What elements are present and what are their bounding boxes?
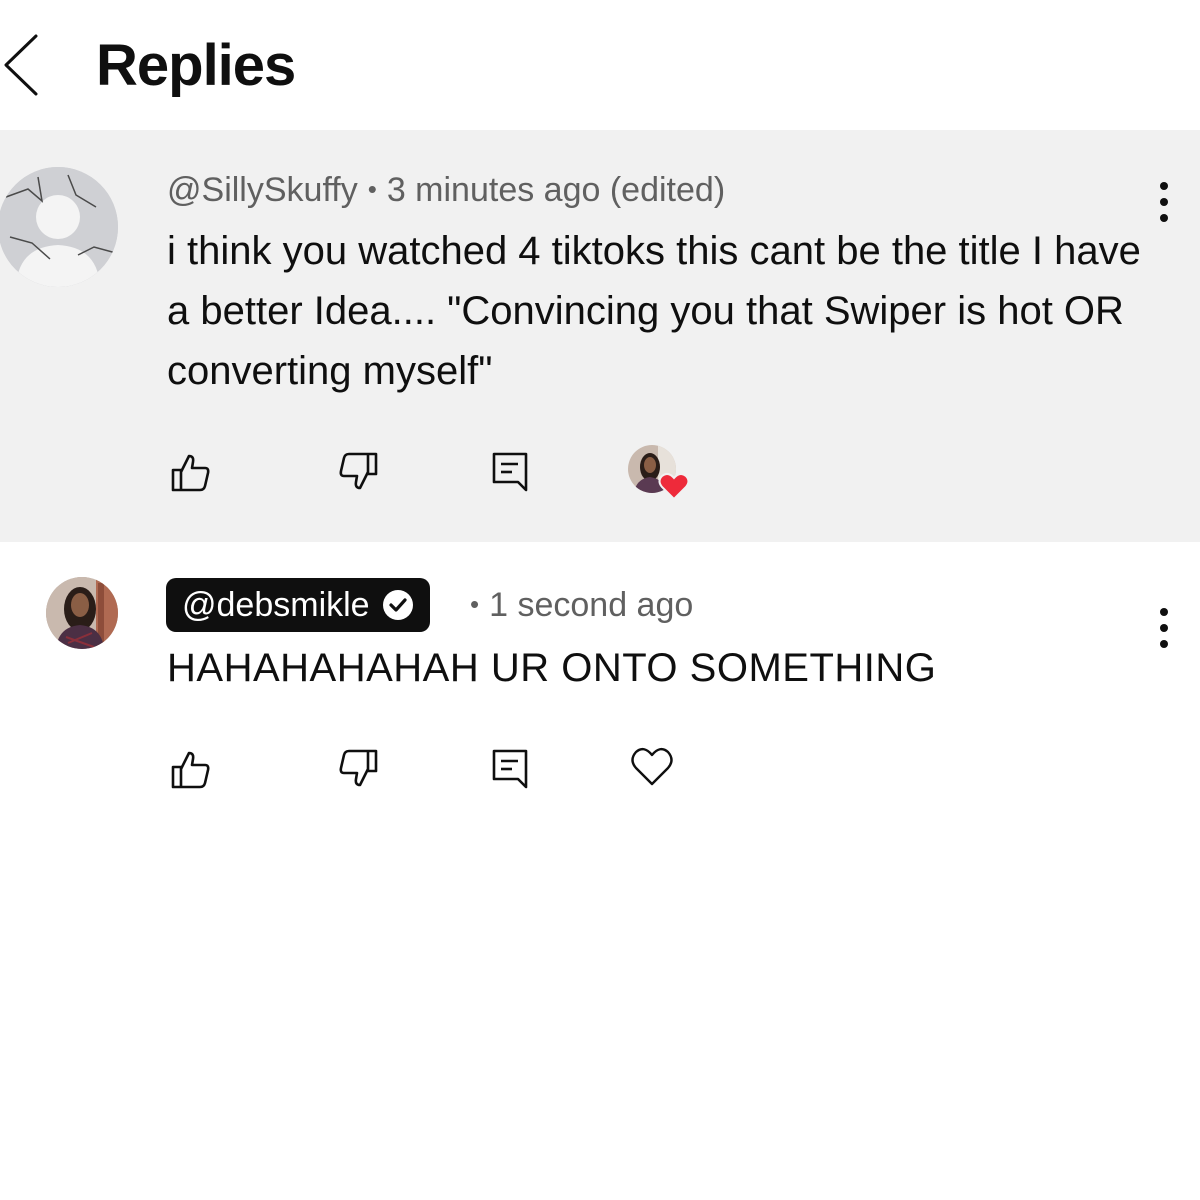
comment-meta: @SillySkuffy • 3 minutes ago (edited) [167, 168, 725, 214]
thumbs-up-icon [171, 454, 210, 492]
dislike-button[interactable] [334, 448, 382, 496]
more-options-button[interactable] [1148, 172, 1180, 232]
thumbs-down-icon [339, 452, 378, 490]
more-dot [1160, 624, 1168, 632]
heart-button[interactable] [628, 742, 676, 790]
comment-meta: • 1 second ago [460, 583, 693, 629]
thumbs-down-icon [339, 749, 378, 787]
comment-icon [492, 452, 528, 492]
more-dot [1160, 640, 1168, 648]
author-handle[interactable]: @SillySkuffy [167, 171, 358, 209]
more-dots-icon [1160, 182, 1168, 190]
more-dot [1160, 214, 1168, 222]
heart-filled-icon [658, 472, 690, 501]
header-bar: Replies [0, 0, 1200, 130]
timestamp: 1 second ago [489, 586, 694, 624]
thumbs-up-icon [171, 751, 210, 789]
author-handle: @debsmikle [182, 586, 370, 624]
parent-comment: @SillySkuffy • 3 minutes ago (edited) i th… [0, 130, 1200, 542]
heart-outline-icon [631, 747, 673, 786]
reply-comment: @debsmikle • 1 second ago HAHAHAHAHAH UR … [0, 542, 1200, 842]
dislike-button[interactable] [334, 745, 382, 793]
more-dots-icon [1160, 608, 1168, 616]
more-options-button[interactable] [1148, 598, 1180, 658]
meta-separator: • [367, 174, 377, 204]
creator-heart-badge [628, 445, 690, 503]
like-button[interactable] [167, 448, 215, 496]
creator-handle-pill[interactable]: @debsmikle [166, 578, 430, 632]
reply-button[interactable] [486, 745, 534, 793]
meta-separator: • [470, 589, 480, 619]
timestamp: 3 minutes ago (edited) [386, 171, 726, 209]
page-title: Replies [96, 33, 296, 98]
verified-check-icon [382, 590, 413, 620]
comment-icon [492, 749, 528, 789]
reply-button[interactable] [486, 448, 534, 496]
avatar[interactable] [0, 167, 118, 287]
comment-text: i think you watched 4 tiktoks this cant … [167, 229, 1141, 393]
more-dot [1160, 198, 1168, 206]
avatar[interactable] [46, 577, 118, 649]
comment-text: HAHAHAHAHAH UR ONTO SOMETHING [167, 646, 937, 690]
like-button[interactable] [167, 745, 215, 793]
back-button[interactable] [0, 30, 48, 100]
chevron-left-icon [4, 34, 38, 96]
